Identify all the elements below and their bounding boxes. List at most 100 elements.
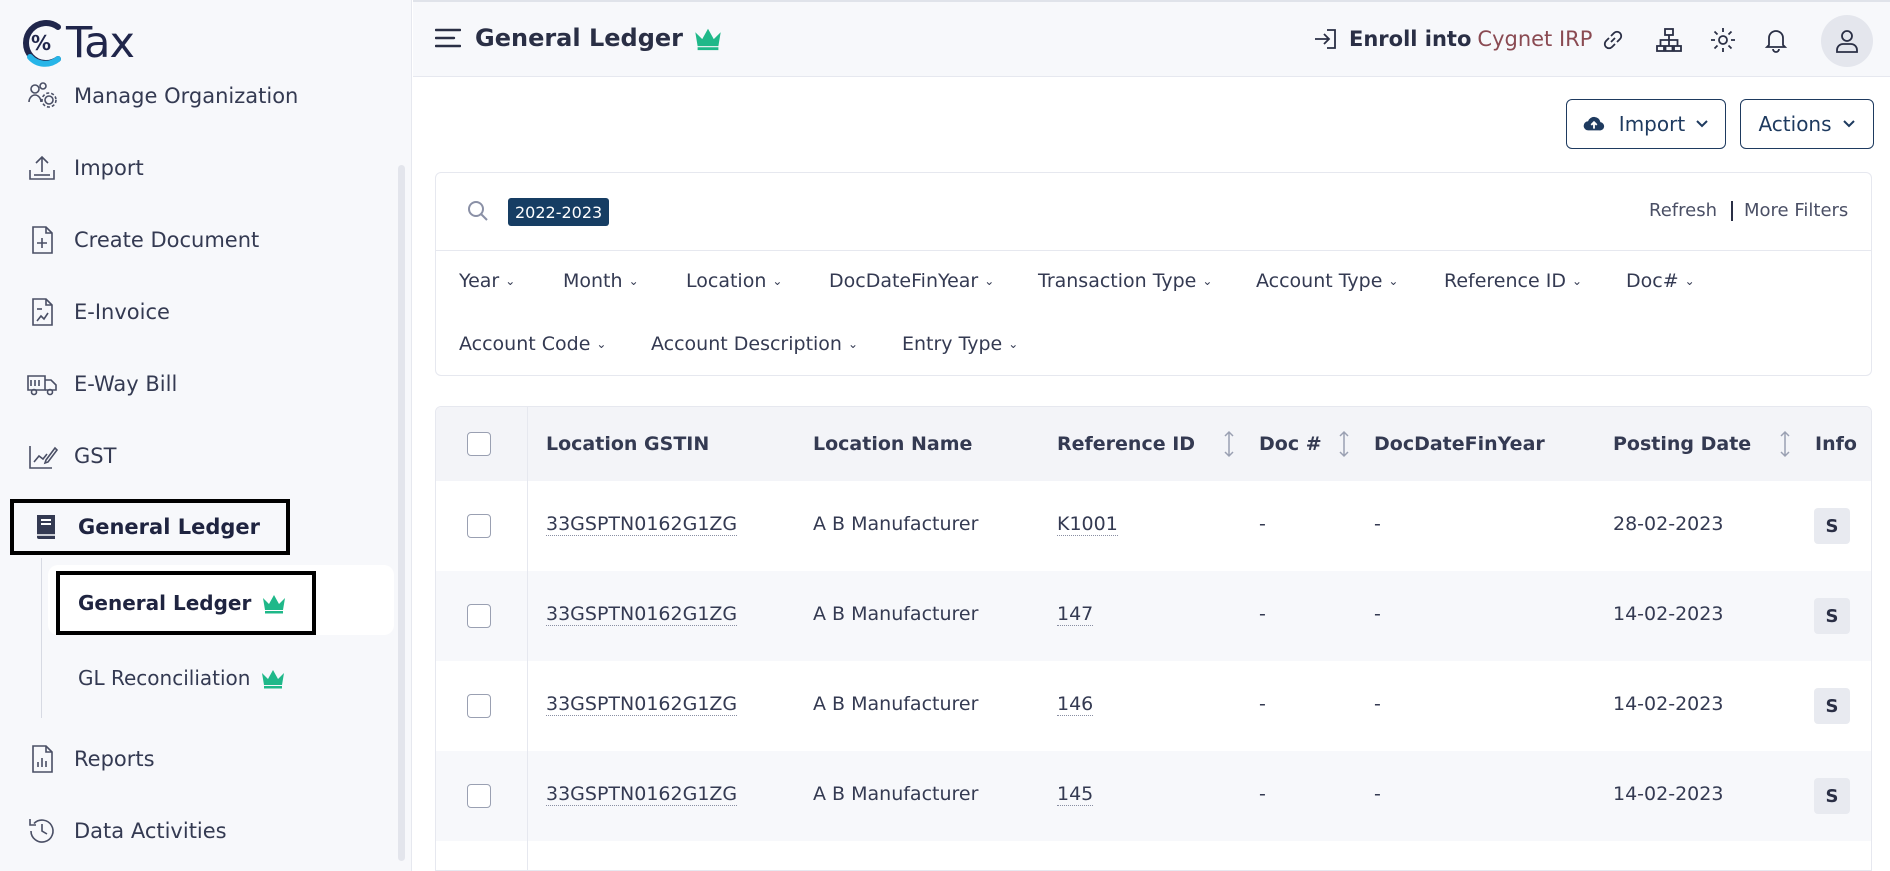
logo[interactable]: % Tax <box>18 14 135 72</box>
info-badge[interactable]: S <box>1814 688 1850 724</box>
submenu-item-gl-reconciliation[interactable]: GL Reconciliation <box>78 648 286 708</box>
column-header-reference-id[interactable]: Reference ID <box>1057 433 1195 455</box>
gstin-link[interactable]: 33GSPTN0162G1ZG <box>546 603 738 626</box>
book-icon <box>28 509 64 545</box>
column-header-info[interactable]: Info <box>1815 433 1857 455</box>
column-header-doc-number[interactable]: Doc # <box>1259 433 1322 455</box>
row-checkbox[interactable] <box>467 784 491 808</box>
hamburger-menu-icon[interactable] <box>435 28 461 48</box>
top-header: General Ledger Enroll into Cygnet IRP <box>413 0 1890 77</box>
info-badge[interactable]: S <box>1814 778 1850 814</box>
chevron-down-icon: ⌄ <box>1388 274 1399 288</box>
column-header-posting-date[interactable]: Posting Date <box>1613 433 1751 455</box>
filter-label: Month <box>563 270 623 292</box>
filter-panel: 2022-2023 Refresh More Filters Year ⌄ Mon… <box>435 172 1872 376</box>
reference-id-link[interactable]: 146 <box>1057 693 1094 716</box>
truck-icon <box>24 366 60 402</box>
filter-transaction-type[interactable]: Transaction Type ⌄ <box>1038 270 1212 292</box>
table-row[interactable]: 33GSPTN0162G1ZG A B Manufacturer 145 - -… <box>436 751 1871 841</box>
filter-entry-type[interactable]: Entry Type ⌄ <box>902 333 1018 355</box>
sidebar-item-create-document[interactable]: Create Document <box>24 215 384 265</box>
sidebar-item-label: General Ledger <box>78 515 260 539</box>
sign-in-icon <box>1315 29 1336 49</box>
reference-id-link[interactable]: 147 <box>1057 603 1094 626</box>
reference-id-link[interactable]: K1001 <box>1057 513 1118 536</box>
ledger-table: Location GSTIN Location Name Reference I… <box>435 406 1872 871</box>
chevron-down-icon <box>1842 120 1855 128</box>
sidebar-item-import[interactable]: Import <box>24 143 384 193</box>
filter-label: Account Type <box>1256 270 1383 292</box>
gstin-link[interactable]: 33GSPTN0162G1ZG <box>546 783 738 806</box>
sidebar-item-general-ledger[interactable]: General Ledger <box>10 499 290 555</box>
sitemap-icon[interactable] <box>1653 24 1685 56</box>
sort-icon[interactable] <box>1337 429 1351 459</box>
location-name-cell: A B Manufacturer <box>813 513 979 535</box>
sidebar-item-data-activities[interactable]: Data Activities <box>24 806 384 856</box>
sort-icon[interactable] <box>1222 429 1236 459</box>
column-header-location-gstin[interactable]: Location GSTIN <box>546 433 709 455</box>
table-row[interactable]: 33GSPTN0162G1ZG A B Manufacturer K1001 -… <box>436 481 1871 571</box>
gstin-link[interactable]: 33GSPTN0162G1ZG <box>546 693 738 716</box>
select-all-checkbox[interactable] <box>467 432 491 456</box>
filter-docdatefinyear[interactable]: DocDateFinYear ⌄ <box>829 270 994 292</box>
sidebar-scrollbar[interactable] <box>398 165 405 861</box>
enroll-irp-link[interactable]: Enroll into Cygnet IRP <box>1313 26 1592 52</box>
enroll-label: Enroll into <box>1349 27 1472 51</box>
table-row[interactable]: 33GSPTN0162G1ZG A B Manufacturer 146 - -… <box>436 661 1871 751</box>
notification-bell-icon[interactable] <box>1760 24 1792 56</box>
reference-id-link[interactable]: 145 <box>1057 783 1094 806</box>
year-filter-chip[interactable]: 2022-2023 <box>508 198 610 226</box>
sidebar: % Tax Manage Organization Import Create … <box>0 0 412 871</box>
filter-year[interactable]: Year ⌄ <box>459 270 515 292</box>
sidebar-item-label: Reports <box>74 747 155 771</box>
submenu-item-general-ledger[interactable]: General Ledger <box>56 571 316 635</box>
sidebar-item-e-way-bill[interactable]: E-Way Bill <box>24 359 384 409</box>
filter-account-description[interactable]: Account Description ⌄ <box>651 333 858 355</box>
info-badge[interactable]: S <box>1814 508 1850 544</box>
sidebar-item-reports[interactable]: Reports <box>24 734 384 784</box>
row-checkbox[interactable] <box>467 694 491 718</box>
column-header-docdatefinyear[interactable]: DocDateFinYear <box>1374 433 1545 455</box>
chevron-down-icon: ⌄ <box>847 337 859 351</box>
filter-account-type[interactable]: Account Type ⌄ <box>1256 270 1398 292</box>
sort-icon[interactable] <box>1778 429 1792 459</box>
history-icon <box>24 813 60 849</box>
docdatefinyear-cell: - <box>1374 603 1381 625</box>
settings-gear-icon[interactable] <box>1707 24 1739 56</box>
actions-button[interactable]: Actions <box>1740 99 1874 149</box>
submenu-guide-line <box>41 558 42 718</box>
sidebar-item-e-invoice[interactable]: E-Invoice <box>24 287 384 337</box>
submenu-item-label: General Ledger <box>78 591 252 615</box>
filter-account-code[interactable]: Account Code ⌄ <box>459 333 606 355</box>
more-filters-link[interactable]: More Filters <box>1744 200 1848 221</box>
filter-label: Doc# <box>1626 270 1679 292</box>
table-row[interactable]: 33GSPTN0162G1ZG A B Manufacturer 147 - -… <box>436 571 1871 661</box>
chevron-down-icon: ⌄ <box>1008 337 1019 351</box>
sidebar-item-manage-organization[interactable]: Manage Organization <box>24 71 384 121</box>
column-header-location-name[interactable]: Location Name <box>813 433 972 455</box>
link-icon[interactable] <box>1597 24 1629 56</box>
search-icon[interactable] <box>466 199 490 223</box>
filter-month[interactable]: Month ⌄ <box>563 270 639 292</box>
cloud-upload-icon <box>1583 116 1604 131</box>
logo-mark-icon: % <box>23 20 61 67</box>
filter-search-bar: 2022-2023 Refresh More Filters <box>436 173 1871 251</box>
filter-reference-id[interactable]: Reference ID ⌄ <box>1444 270 1582 292</box>
filter-location[interactable]: Location ⌄ <box>686 270 782 292</box>
doc-number-cell: - <box>1259 693 1266 715</box>
import-button[interactable]: Import <box>1566 99 1726 149</box>
refresh-link[interactable]: Refresh <box>1649 200 1717 221</box>
doc-number-cell: - <box>1259 603 1266 625</box>
docdatefinyear-cell: - <box>1374 783 1381 805</box>
gstin-link[interactable]: 33GSPTN0162G1ZG <box>546 513 738 536</box>
chevron-down-icon: ⌄ <box>628 274 639 288</box>
table-header: Location GSTIN Location Name Reference I… <box>436 407 1871 481</box>
user-avatar[interactable] <box>1821 15 1873 67</box>
filter-doc-number[interactable]: Doc# ⌄ <box>1626 270 1695 292</box>
invoice-icon <box>24 294 60 330</box>
row-checkbox[interactable] <box>467 514 491 538</box>
filter-label: Transaction Type <box>1038 270 1197 292</box>
sidebar-item-gst[interactable]: GST <box>24 431 384 481</box>
info-badge[interactable]: S <box>1814 598 1850 634</box>
row-checkbox[interactable] <box>467 604 491 628</box>
